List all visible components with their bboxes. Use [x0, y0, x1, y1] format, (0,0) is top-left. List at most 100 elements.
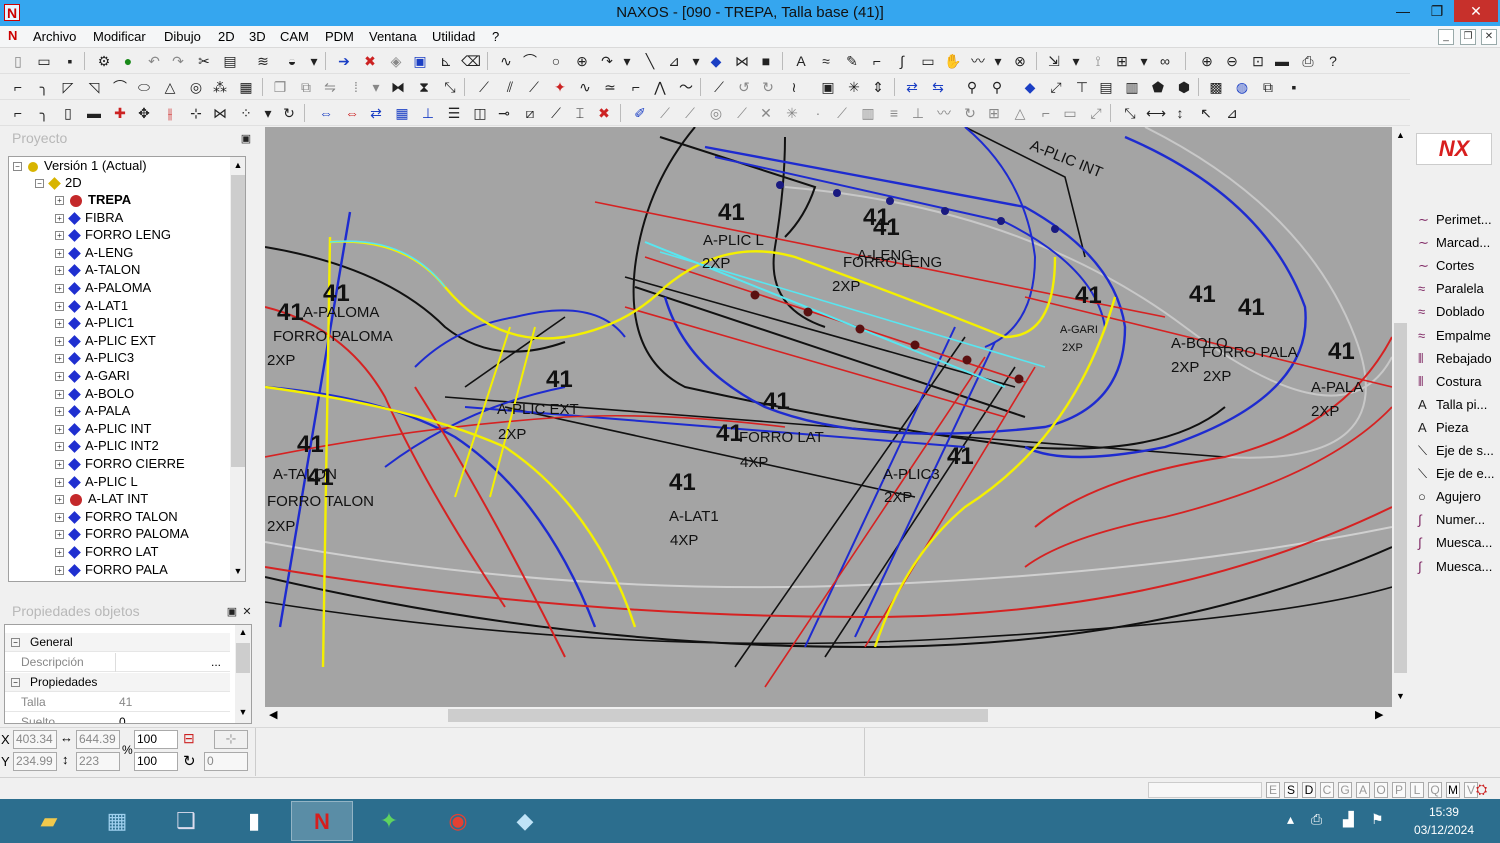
prop-talla[interactable]: Talla 41	[5, 693, 230, 712]
menu-ventana[interactable]: Ventana	[369, 29, 417, 44]
expand-icon[interactable]: +	[55, 442, 64, 452]
globe-icon[interactable]: ◍	[1232, 77, 1252, 97]
slash-box-icon[interactable]: ⧄	[520, 103, 540, 123]
pick-icon[interactable]: ⤢	[1046, 77, 1066, 97]
expand-icon[interactable]: +	[55, 301, 64, 311]
canvas-label[interactable]: 41	[1189, 281, 1216, 308]
canvas-label[interactable]: A-PALOMA	[303, 304, 379, 321]
red-arrows-icon[interactable]: ⇔	[342, 103, 362, 123]
transfer-icon[interactable]: ⇄	[902, 77, 922, 97]
menu-archivo[interactable]: Archivo	[33, 29, 76, 44]
nest-icon[interactable]: ⊞	[1112, 51, 1132, 71]
canvas-label[interactable]: A-GARI	[1060, 324, 1098, 336]
mirror-icon[interactable]: ⇋	[320, 77, 340, 97]
menu-dibujo[interactable]: Dibujo	[164, 29, 201, 44]
expand-icon[interactable]: +	[55, 495, 64, 505]
prop-section-general[interactable]: − General	[5, 633, 230, 652]
settings-gear-icon[interactable]: ⚙	[94, 51, 114, 71]
chrome-icon[interactable]: ◉	[427, 801, 489, 841]
curve-dropdown-icon[interactable]: ▾	[617, 51, 637, 71]
canvas-label[interactable]: 2XP	[1062, 342, 1083, 354]
tool-item[interactable]: ∫ Numer...	[1418, 509, 1485, 531]
canvas-label[interactable]: 41	[947, 443, 974, 470]
plant-app-icon[interactable]: ✦	[358, 801, 420, 841]
properties-pin-icon[interactable]: ▣	[226, 606, 238, 618]
tree-item[interactable]: + A-PLIC L	[55, 473, 138, 490]
tool-item[interactable]: ∫ Muesca...	[1418, 556, 1492, 578]
canvas-label[interactable]: 41	[323, 280, 350, 307]
snap-line-icon[interactable]: ⟋	[709, 77, 729, 97]
dimension-v-icon[interactable]: ↕	[1170, 103, 1190, 123]
canvas-label[interactable]: 2XP	[498, 426, 526, 443]
mesh-icon[interactable]: ⋈	[210, 103, 230, 123]
system-clock[interactable]: 15:39 03/12/2024	[1414, 803, 1474, 839]
collapse-icon[interactable]: −	[11, 638, 20, 648]
canvas-label[interactable]: 2XP	[702, 255, 730, 272]
scroll-up-icon[interactable]: ▲	[1392, 130, 1409, 140]
circle-gray-icon[interactable]: ◎	[706, 103, 726, 123]
doc-restore-button[interactable]: ❐	[1460, 29, 1476, 45]
tool-item[interactable]: ∼ Perimet...	[1418, 209, 1492, 231]
scroll-up-icon[interactable]: ▲	[235, 627, 251, 637]
snap-toggle[interactable]: L	[1410, 782, 1424, 798]
save-icon[interactable]: ▪	[60, 51, 80, 71]
tree-item[interactable]: + A-PALOMA	[55, 279, 151, 296]
canvas-label[interactable]: FORRO TALON	[267, 493, 374, 510]
bend-icon[interactable]: ╮	[34, 103, 54, 123]
curve-icon[interactable]: ↷	[597, 51, 617, 71]
scroll-up-icon[interactable]: ▲	[230, 157, 245, 173]
fillet-icon[interactable]: ◹	[84, 77, 104, 97]
diag-b-icon[interactable]: ⟋	[680, 103, 700, 123]
canvas-label[interactable]: 41	[763, 388, 790, 415]
target-icon[interactable]: ⊗	[1010, 51, 1030, 71]
corner-gray-icon[interactable]: ⌐	[1036, 103, 1056, 123]
tree-item[interactable]: + FIBRA	[55, 209, 123, 226]
grid-gray-icon[interactable]: ⊞	[984, 103, 1004, 123]
canvas-label[interactable]: A-PLIC INT	[1028, 137, 1105, 181]
star-gray-icon[interactable]: ✳	[782, 103, 802, 123]
canvas-label[interactable]: FORRO PALOMA	[273, 328, 393, 345]
dimension-triangle-icon[interactable]: ⊿	[1222, 103, 1242, 123]
offset-curve-icon[interactable]: ≃	[600, 77, 620, 97]
new-file-icon[interactable]: ▯	[8, 51, 28, 71]
cad-drawing[interactable]: 41A-PLIC L2XP4141A-LENGFORRO LENG2XP4141…	[265, 127, 1392, 707]
search-alt-icon[interactable]: ⚲	[987, 77, 1007, 97]
refresh-icon[interactable]: ↻	[279, 103, 299, 123]
expand-gray-icon[interactable]: ⤢	[1086, 103, 1106, 123]
tool-item[interactable]: ≈ Doblado	[1418, 301, 1484, 323]
scroll-down-icon[interactable]: ▼	[230, 563, 245, 579]
columns-icon[interactable]: ◫	[470, 103, 490, 123]
minimize-button[interactable]: —	[1386, 0, 1420, 22]
canvas-label[interactable]: 2XP	[1171, 359, 1199, 376]
zigzag-icon[interactable]: ⋀	[650, 77, 670, 97]
wave-icon[interactable]: ≈	[816, 51, 836, 71]
tree-item[interactable]: + FORRO PALOMA	[55, 525, 189, 542]
offset-icon[interactable]: ∫	[892, 51, 912, 71]
perp-gray-icon[interactable]: ⊥	[908, 103, 928, 123]
join-icon[interactable]: ⟋	[524, 77, 544, 97]
swap-icon[interactable]: ⇄	[366, 103, 386, 123]
undo-icon[interactable]: ↶	[144, 51, 164, 71]
array-icon[interactable]: ⁞	[346, 77, 366, 97]
open-folder-icon[interactable]: ▭	[34, 51, 54, 71]
canvas-label[interactable]: 41	[277, 299, 304, 326]
snap-toggle[interactable]: E	[1266, 782, 1280, 798]
trim-icon[interactable]: ⋈	[732, 51, 752, 71]
snap-toggle[interactable]: A	[1356, 782, 1370, 798]
collapse-icon[interactable]: −	[11, 678, 20, 688]
desktop-app-icon[interactable]: ❑	[155, 801, 217, 841]
canvas-label[interactable]: 4XP	[740, 454, 768, 471]
point-icon[interactable]: ⊕	[572, 51, 592, 71]
expand-icon[interactable]: +	[55, 231, 64, 241]
tool-item[interactable]: ∼ Marcad...	[1418, 232, 1490, 254]
copy-icon[interactable]: ❐	[270, 77, 290, 97]
menu-help[interactable]: ?	[492, 29, 499, 44]
canvas-label[interactable]: 41	[546, 366, 573, 393]
tray-arrow-icon[interactable]: ▴	[1287, 811, 1294, 828]
canvas-label[interactable]: A-LAT1	[669, 508, 719, 525]
doc-close-button[interactable]: ✕	[1481, 29, 1497, 45]
blue-arrows-icon[interactable]: ⇔	[316, 103, 336, 123]
help-icon[interactable]: ?	[1323, 51, 1343, 71]
polyline-dropdown-icon[interactable]: ▾	[686, 51, 706, 71]
tool-item[interactable]: ⫴ Rebajado	[1418, 348, 1492, 370]
